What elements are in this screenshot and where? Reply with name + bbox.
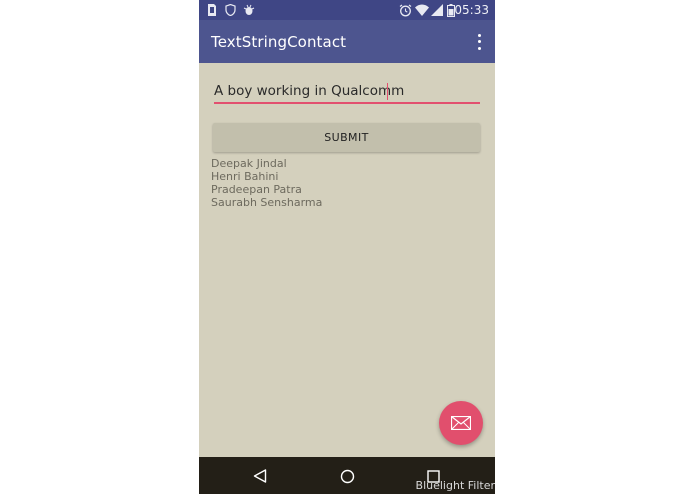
- text-caret: [387, 83, 388, 100]
- home-icon[interactable]: [337, 466, 357, 486]
- page: 05:33 TextStringContact SUBMIT Deepak Ji…: [0, 0, 695, 494]
- signal-icon: [430, 3, 444, 17]
- list-item: Pradeepan Patra: [211, 183, 302, 196]
- app-title: TextStringContact: [211, 33, 347, 51]
- more-vert-icon[interactable]: [473, 32, 485, 52]
- android-debug-icon: [242, 3, 256, 17]
- list-item: Saurabh Sensharma: [211, 196, 323, 209]
- wifi-icon: [415, 3, 429, 17]
- text-input[interactable]: [214, 80, 480, 104]
- status-bar: 05:33: [199, 0, 495, 20]
- shield-icon: [223, 3, 237, 17]
- list-item: Deepak Jindal: [211, 157, 287, 170]
- status-clock: 05:33: [454, 3, 489, 17]
- phone-screen: 05:33 TextStringContact SUBMIT Deepak Ji…: [199, 0, 495, 494]
- list-item: Henri Bahini: [211, 170, 279, 183]
- alarm-icon: [398, 3, 412, 17]
- contact-list: Deepak Jindal Henri Bahini Pradeepan Pat…: [211, 157, 471, 209]
- back-icon[interactable]: [250, 466, 270, 486]
- mail-icon: [451, 416, 471, 430]
- mail-fab-button[interactable]: [439, 401, 483, 445]
- bluelight-filter-label: Bluelight Filter: [415, 479, 495, 492]
- app-bar: TextStringContact: [199, 20, 495, 63]
- submit-button[interactable]: SUBMIT: [213, 123, 480, 152]
- sim-icon: [205, 3, 219, 17]
